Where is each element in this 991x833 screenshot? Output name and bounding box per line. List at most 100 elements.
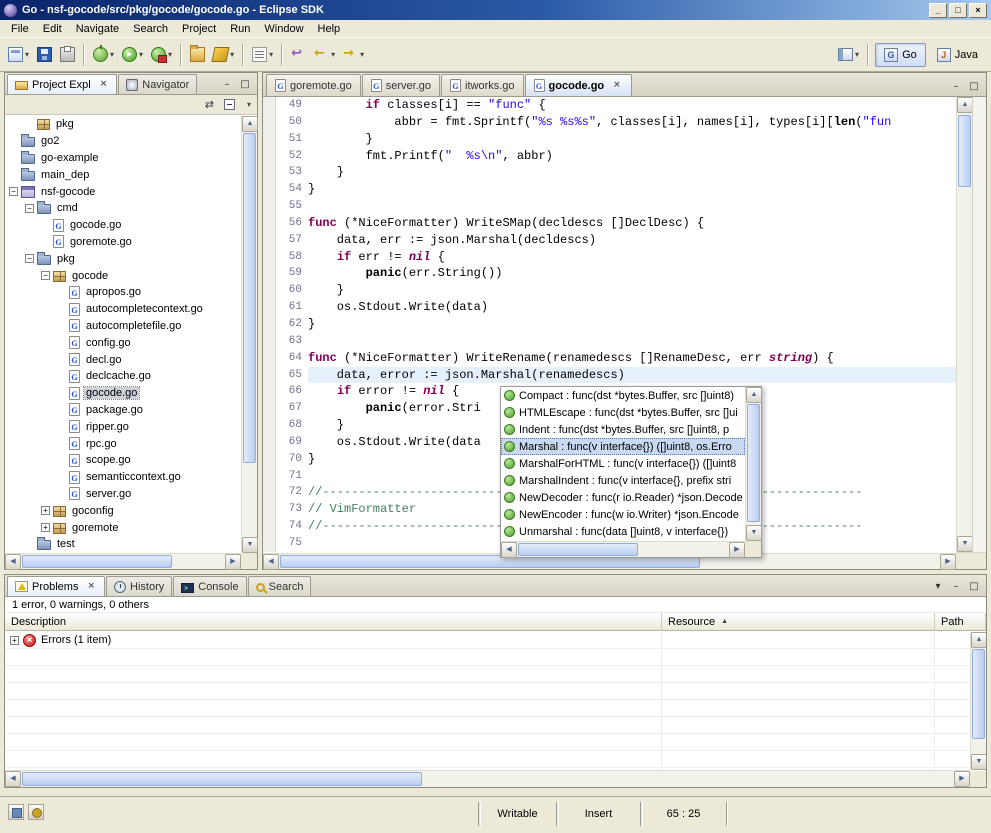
autocomplete-item-compact[interactable]: Compact : func(dst *bytes.Buffer, src []… (501, 387, 745, 404)
scroll-down-button[interactable]: ▼ (746, 525, 762, 541)
editor-tab-gocode-go[interactable]: gocode.go× (525, 74, 632, 96)
tree-item-pkg[interactable]: pkg (5, 116, 241, 133)
scroll-left-button[interactable]: ◀ (263, 554, 279, 570)
dropdown-arrow-icon[interactable]: ▾ (168, 50, 172, 59)
close-icon[interactable]: × (85, 581, 97, 592)
code-text[interactable]: func (*NiceFormatter) WriteRename(rename… (308, 350, 956, 367)
tree-item-pkg[interactable]: −pkg (5, 250, 241, 267)
popup-vscrollbar[interactable]: ▲ ▼ (745, 387, 761, 541)
problems-tab-search[interactable]: Search (248, 576, 312, 596)
problems-tab-console[interactable]: Console (173, 576, 246, 596)
editor-tab-goremote-go[interactable]: goremote.go (266, 74, 361, 96)
new-java-project-button[interactable] (186, 43, 209, 67)
dropdown-arrow-icon[interactable]: ▾ (110, 50, 114, 59)
tree-item-go-example[interactable]: go-example (5, 150, 241, 167)
tree-item-autocompletefile-go[interactable]: autocompletefile.go (5, 318, 241, 335)
dropdown-arrow-icon[interactable]: ▾ (230, 50, 234, 59)
scroll-thumb[interactable] (22, 772, 422, 786)
tree-item-ripper-go[interactable]: ripper.go (5, 418, 241, 435)
minimize-view-button[interactable]: – (948, 580, 964, 594)
autocomplete-item-marshalindent[interactable]: MarshalIndent : func(v interface{}, pref… (501, 472, 745, 489)
minimize-view-button[interactable]: – (219, 78, 235, 92)
autocomplete-item-indent[interactable]: Indent : func(dst *bytes.Buffer, src []u… (501, 421, 745, 438)
popup-hscrollbar[interactable]: ◀ ▶ (501, 541, 745, 557)
view-menu-button[interactable]: ▾ (930, 580, 946, 594)
autocomplete-item-htmlescape[interactable]: HTMLEscape : func(dst *bytes.Buffer, src… (501, 404, 745, 421)
scroll-down-button[interactable]: ▼ (242, 537, 258, 553)
expander-plus-icon[interactable]: + (41, 506, 50, 515)
expander-minus-icon[interactable]: − (25, 204, 34, 213)
scroll-thumb[interactable] (22, 555, 172, 568)
scroll-down-button[interactable]: ▼ (971, 754, 986, 770)
collapse-all-button[interactable] (220, 93, 239, 117)
autocomplete-item-unmarshal[interactable]: Unmarshal : func(data []uint8, v interfa… (501, 523, 745, 540)
tree-item-decl-go[interactable]: decl.go (5, 351, 241, 368)
external-tools-button[interactable]: ▾ (147, 43, 176, 67)
column-header-description[interactable]: Description (5, 613, 662, 630)
dropdown-arrow-icon[interactable]: ▾ (25, 50, 29, 59)
problems-hscrollbar[interactable]: ◀ ▶ (5, 770, 970, 787)
search-button[interactable]: ▾ (209, 43, 238, 67)
link-with-editor-button[interactable]: ⇄ (201, 93, 218, 117)
tree-item-goremote-go[interactable]: goremote.go (5, 234, 241, 251)
scroll-down-button[interactable]: ▼ (957, 536, 973, 552)
annotations-button[interactable]: ▾ (248, 43, 277, 67)
close-button[interactable]: × (969, 3, 987, 18)
code-text[interactable]: } (308, 316, 956, 333)
tree-item-goconfig[interactable]: +goconfig (5, 502, 241, 519)
tree-item-gocode[interactable]: −gocode (5, 267, 241, 284)
tree-item-nsf-gocode[interactable]: −nsf-gocode (5, 183, 241, 200)
print-button[interactable] (56, 43, 79, 67)
autocomplete-item-newencoder[interactable]: NewEncoder : func(w io.Writer) *json.Enc… (501, 506, 745, 523)
menu-item-project[interactable]: Project (175, 21, 223, 37)
code-text[interactable]: panic(err.String()) (308, 265, 956, 282)
scroll-thumb[interactable] (747, 404, 760, 522)
scroll-up-button[interactable]: ▲ (957, 97, 973, 113)
code-text[interactable]: if err != nil { (308, 249, 956, 266)
perspective-java[interactable]: Java (928, 43, 987, 67)
close-icon[interactable]: × (98, 79, 110, 90)
problems-row-errors-1-item[interactable]: +Errors (1 item) (5, 632, 970, 649)
maximize-view-button[interactable]: □ (966, 80, 982, 94)
last-edit-button[interactable] (287, 43, 310, 67)
column-header-path[interactable]: Path (935, 613, 986, 630)
tree-item-semanticcontext-go[interactable]: semanticcontext.go (5, 469, 241, 486)
menu-item-help[interactable]: Help (311, 21, 348, 37)
scroll-thumb[interactable] (958, 115, 971, 187)
scroll-right-button[interactable]: ▶ (954, 771, 970, 787)
code-text[interactable]: func (*NiceFormatter) WriteSMap(decldesc… (308, 215, 956, 232)
view-tab-navigator[interactable]: Navigator (118, 74, 197, 94)
problems-tab-problems[interactable]: Problems× (7, 576, 105, 596)
scroll-left-button[interactable]: ◀ (5, 554, 21, 570)
expander-minus-icon[interactable]: − (9, 187, 18, 196)
scroll-left-button[interactable]: ◀ (501, 542, 517, 558)
code-text[interactable]: data, error := json.Marshal(renamedescs) (308, 367, 956, 384)
scroll-up-button[interactable]: ▲ (971, 632, 986, 648)
menu-item-navigate[interactable]: Navigate (69, 21, 126, 37)
scroll-left-button[interactable]: ◀ (5, 771, 21, 787)
scroll-right-button[interactable]: ▶ (225, 554, 241, 570)
explorer-vscrollbar[interactable]: ▲ ▼ (241, 116, 257, 553)
tree-item-rpc-go[interactable]: rpc.go (5, 435, 241, 452)
tree-item-cmd[interactable]: −cmd (5, 200, 241, 217)
back-button[interactable]: ▾ (310, 43, 339, 67)
close-icon[interactable]: × (611, 80, 623, 91)
code-text[interactable] (308, 198, 956, 215)
view-tab-project-expl[interactable]: Project Expl× (7, 74, 117, 94)
editor-tab-server-go[interactable]: server.go (362, 74, 440, 96)
minimize-button[interactable]: _ (929, 3, 947, 18)
menu-item-window[interactable]: Window (257, 21, 310, 37)
column-header-resource[interactable]: Resource▲ (662, 613, 935, 630)
autocomplete-item-marshalforhtml[interactable]: MarshalForHTML : func(v interface{}) ([]… (501, 455, 745, 472)
scroll-thumb[interactable] (243, 133, 256, 463)
maximize-view-button[interactable]: □ (237, 78, 253, 92)
code-text[interactable]: abbr = fmt.Sprintf("%s %s%s", classes[i]… (308, 114, 956, 131)
code-text[interactable]: if classes[i] == "func" { (308, 97, 956, 114)
run-button[interactable]: ▾ (118, 43, 147, 67)
dropdown-arrow-icon[interactable]: ▾ (269, 50, 273, 59)
expander-plus-icon[interactable]: + (41, 523, 50, 532)
expander-minus-icon[interactable]: − (41, 271, 50, 280)
scroll-right-button[interactable]: ▶ (940, 554, 956, 570)
dropdown-arrow-icon[interactable]: ▾ (331, 50, 335, 59)
tree-item-gocode-go[interactable]: gocode.go (5, 217, 241, 234)
